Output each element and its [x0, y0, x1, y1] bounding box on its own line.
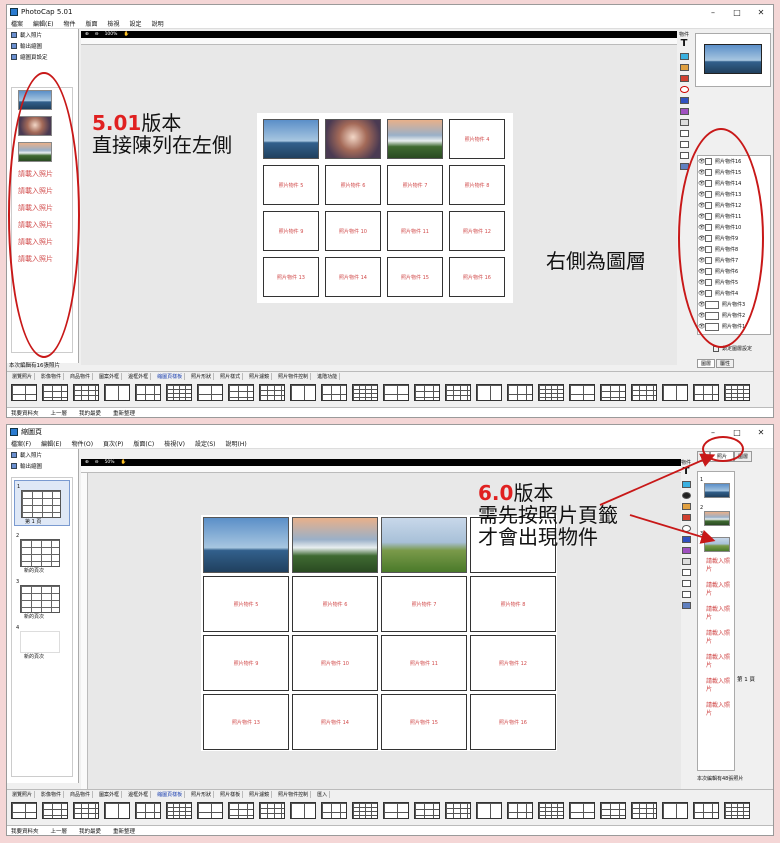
annotation-arrows: [599, 453, 716, 544]
arrow-to-photo-tab: [599, 453, 716, 506]
arrow-to-photo-list: [629, 514, 716, 544]
